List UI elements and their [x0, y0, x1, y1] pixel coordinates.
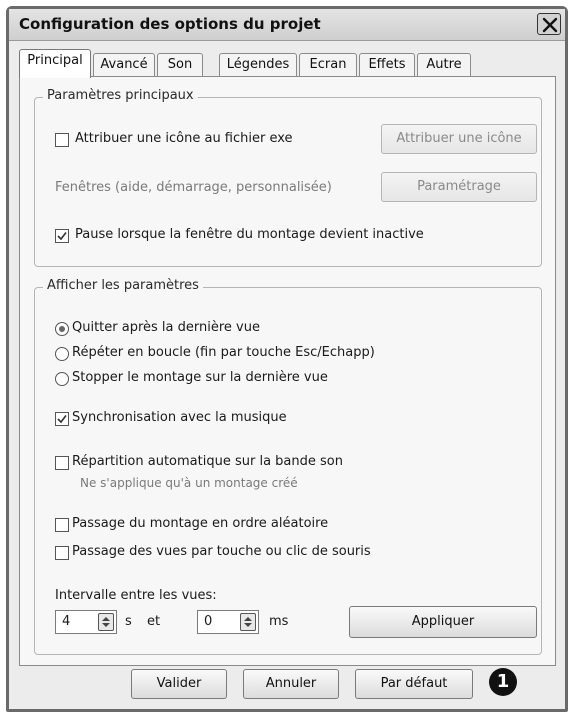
main-params-group: Paramètres principaux Attribuer une icôn… [34, 88, 542, 267]
window-title: Configuration des options du projet [19, 15, 321, 33]
close-icon [542, 17, 558, 33]
seconds-unit: s [125, 614, 132, 629]
random-order-checkbox[interactable] [55, 518, 69, 532]
tab-effets[interactable]: Effets [359, 53, 415, 77]
key-click-label: Passage des vues par touche ou clic de s… [72, 544, 371, 559]
display-params-title: Afficher les paramètres [43, 278, 203, 293]
windows-label: Fenêtres (aide, démarrage, personnalisée… [55, 180, 332, 195]
auto-distribution-note: Ne s'applique qu'à un montage créé [80, 476, 298, 490]
tab-son[interactable]: Son [157, 53, 203, 77]
assign-icon-button[interactable]: Attribuer une icône [381, 124, 537, 154]
random-order-label: Passage du montage en ordre aléatoire [72, 516, 329, 531]
default-button[interactable]: Par défaut [355, 669, 473, 699]
tab-legendes[interactable]: Légendes [219, 53, 297, 77]
assign-icon-checkbox[interactable] [55, 133, 69, 147]
project-options-dialog: Configuration des options du projet Prin… [6, 6, 568, 712]
seconds-value: 4 [62, 614, 71, 629]
checkmark-icon [57, 232, 67, 241]
close-button[interactable] [537, 13, 561, 35]
pause-label: Pause lorsque la fenêtre du montage devi… [75, 227, 424, 242]
title-bar: Configuration des options du projet [9, 9, 565, 41]
auto-distribution-checkbox[interactable] [55, 456, 69, 470]
apply-button[interactable]: Appliquer [349, 606, 537, 638]
setup-button[interactable]: Paramétrage [381, 172, 537, 202]
milliseconds-spinner[interactable]: 0 [197, 610, 259, 634]
sync-music-checkbox[interactable] [55, 412, 69, 426]
tab-panel-principal: Paramètres principaux Attribuer une icôn… [19, 76, 556, 666]
tab-principal[interactable]: Principal [19, 49, 91, 78]
key-click-checkbox[interactable] [55, 546, 69, 560]
milliseconds-updown-icon[interactable] [240, 613, 256, 631]
pause-checkbox[interactable] [55, 229, 69, 243]
main-params-title: Paramètres principaux [43, 88, 198, 103]
seconds-updown-icon[interactable] [98, 613, 114, 631]
tab-avance[interactable]: Avancé [93, 53, 155, 77]
callout-marker: 1 [489, 668, 517, 696]
milliseconds-unit: ms [269, 614, 289, 629]
checkmark-icon [57, 415, 67, 424]
tab-autre[interactable]: Autre [417, 53, 471, 77]
interval-label: Intervalle entre les vues: [55, 588, 217, 603]
tab-ecran[interactable]: Ecran [299, 53, 357, 77]
radio-loop[interactable] [55, 347, 69, 361]
sync-music-label: Synchronisation avec la musique [72, 410, 287, 425]
assign-icon-label: Attribuer une icône au fichier exe [75, 131, 293, 146]
radio-loop-label: Répéter en boucle (fin par touche Esc/Ec… [72, 345, 375, 360]
validate-button[interactable]: Valider [131, 669, 227, 699]
display-params-group: Afficher les paramètres Quitter après la… [34, 278, 542, 655]
cancel-button[interactable]: Annuler [243, 669, 339, 699]
seconds-spinner[interactable]: 4 [55, 610, 117, 634]
radio-stop-label: Stopper le montage sur la dernière vue [72, 370, 328, 385]
radio-stop-last[interactable] [55, 372, 69, 386]
auto-distribution-label: Répartition automatique sur la bande son [72, 454, 343, 469]
radio-quit-label: Quitter après la dernière vue [72, 320, 260, 335]
milliseconds-value: 0 [204, 614, 213, 629]
and-label: et [147, 614, 161, 629]
radio-quit-after-last[interactable] [55, 322, 69, 336]
